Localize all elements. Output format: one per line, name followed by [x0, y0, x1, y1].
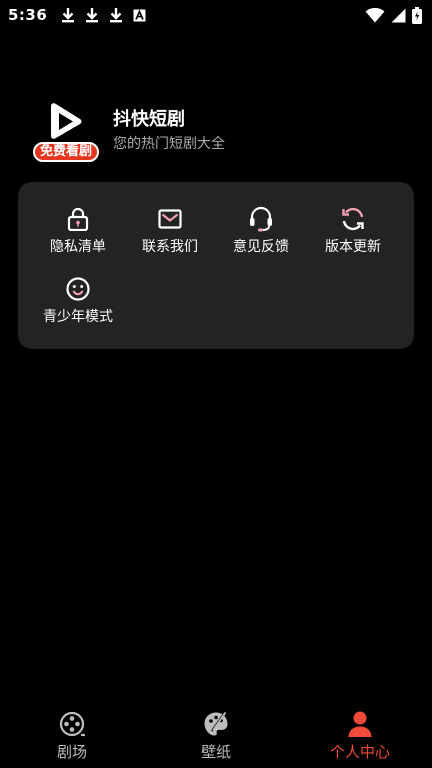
refresh-icon: [340, 206, 366, 232]
app-name: 抖快短剧: [113, 109, 185, 130]
function-card: 隐私清单 联系我们 意见反馈 版本更新 青少年模式: [18, 182, 414, 349]
privacy-list-button[interactable]: 隐私清单: [32, 206, 124, 262]
version-update-button[interactable]: 版本更新: [307, 206, 399, 262]
profile-screen: 5:36 免费看剧 抖快短剧 您的热门短剧大全 隐私清单 联系我们 意见反馈 版…: [0, 0, 432, 768]
palette-icon: [202, 710, 230, 738]
headset-icon: [248, 206, 274, 232]
status-bar: 5:36: [0, 0, 432, 30]
battery-icon: [412, 6, 422, 24]
download-icon: [109, 7, 123, 23]
notification-icons: [61, 7, 146, 23]
contact-us-button[interactable]: 联系我们: [124, 206, 216, 262]
nav-label-profile: 个人中心: [329, 743, 390, 761]
app-tagline: 您的热门短剧大全: [113, 136, 225, 152]
free-watch-badge: 免费看剧: [33, 142, 99, 162]
lock-icon: [65, 206, 91, 232]
nav-label-theater: 剧场: [56, 743, 87, 761]
contact-us-label: 联系我们: [142, 239, 198, 255]
play-logo-icon: [51, 103, 82, 139]
app-logo: 免费看剧: [30, 102, 100, 166]
app-profile-header: 免费看剧 抖快短剧 您的热门短剧大全: [30, 102, 225, 166]
teen-mode-label: 青少年模式: [43, 309, 113, 325]
teen-mode-button[interactable]: 青少年模式: [32, 276, 124, 332]
feedback-label: 意见反馈: [233, 239, 289, 255]
wifi-icon: [365, 7, 385, 23]
feedback-button[interactable]: 意见反馈: [215, 206, 307, 262]
system-icons: [365, 6, 422, 24]
smiley-icon: [65, 276, 91, 302]
mail-icon: [157, 206, 183, 232]
bottom-nav: 剧场 壁纸 个人中心: [0, 704, 432, 768]
nav-item-profile[interactable]: 个人中心: [288, 704, 432, 768]
download-icon: [85, 7, 99, 23]
status-time: 5:36: [8, 6, 48, 24]
download-icon: [61, 7, 75, 23]
nav-item-wallpaper[interactable]: 壁纸: [144, 704, 288, 768]
person-icon: [346, 710, 374, 738]
nav-label-wallpaper: 壁纸: [200, 743, 231, 761]
privacy-list-label: 隐私清单: [50, 239, 106, 255]
nav-item-theater[interactable]: 剧场: [0, 704, 144, 768]
font-a-icon: [133, 9, 146, 22]
profile-text: 抖快短剧 您的热门短剧大全: [113, 108, 225, 154]
signal-icon: [391, 8, 406, 23]
version-update-label: 版本更新: [325, 239, 381, 255]
film-reel-icon: [58, 710, 86, 738]
